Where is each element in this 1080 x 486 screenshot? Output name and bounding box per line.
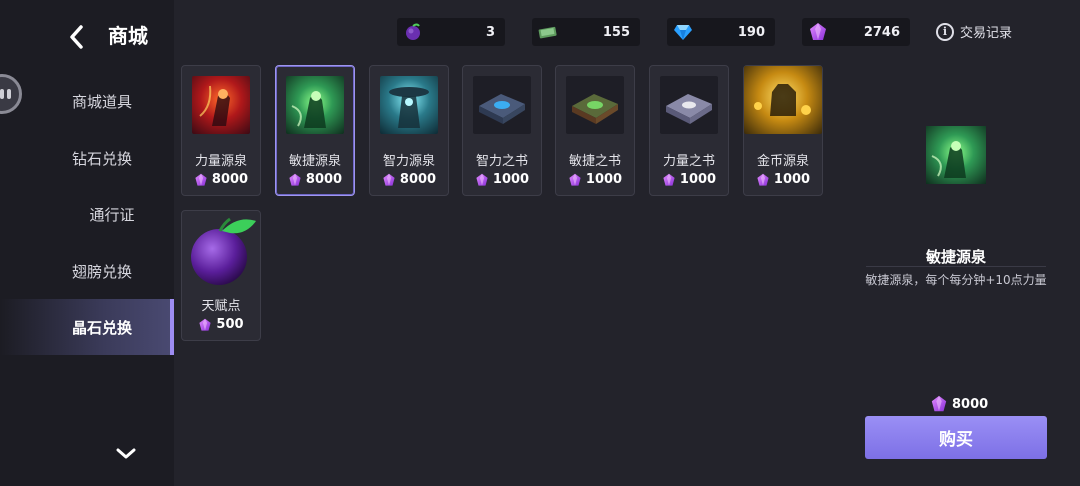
item-price: 8000 [276, 172, 354, 187]
plum-icon [403, 22, 423, 42]
item-price: 8000 [182, 172, 260, 187]
item-name: 金币源泉 [756, 154, 809, 169]
diamond-icon [673, 22, 693, 42]
item-card-gold-spring[interactable]: 金币源泉 1000 [743, 65, 823, 196]
sidebar: 商城 商城道具 钻石兑换 通行证 翅膀兑换 晶石兑换 [0, 0, 174, 486]
item-price: 1000 [650, 172, 728, 187]
price-value: 1000 [585, 172, 623, 187]
agility-book-icon [566, 76, 624, 134]
currency-value: 2746 [863, 24, 900, 40]
item-price: 1000 [744, 172, 822, 187]
item-name: 敏捷源泉 [288, 154, 341, 169]
trade-record-button[interactable]: i 交易记录 [936, 22, 1012, 41]
item-card-agility-book[interactable]: 敏捷之书 1000 [555, 65, 635, 196]
cash-icon [538, 22, 558, 42]
purple-crystal-icon [382, 173, 396, 187]
divider [866, 266, 1046, 267]
strength-spring-icon [192, 76, 250, 134]
item-card-strength-book[interactable]: 力量之书 1000 [649, 65, 729, 196]
buy-button-label: 购买 [939, 430, 973, 450]
sidebar-item-diamond-exchange[interactable]: 钻石兑换 [0, 130, 174, 186]
purple-crystal-icon [568, 173, 582, 187]
sidebar-item-mall-items[interactable]: 商城道具 [0, 73, 174, 129]
currency-plum: 3 [397, 18, 505, 46]
currency-crystal: 2746 [802, 18, 910, 46]
gold-spring-icon [744, 66, 822, 134]
item-card-talent-point[interactable]: 天赋点 500 [181, 210, 261, 341]
currency-value: 155 [602, 24, 630, 40]
item-price: 1000 [463, 172, 541, 187]
trade-record-label: 交易记录 [960, 26, 1013, 41]
price-value: 8000 [211, 172, 249, 187]
price-value: 8000 [305, 172, 343, 187]
item-price: 1000 [556, 172, 634, 187]
strength-book-icon [660, 76, 718, 134]
purple-crystal-icon [808, 22, 828, 42]
page-title: 商城 [108, 24, 148, 48]
currency-cash: 155 [532, 18, 640, 46]
item-name: 智力源泉 [382, 154, 435, 169]
item-card-intellect-book[interactable]: 智力之书 1000 [462, 65, 542, 196]
back-button[interactable] [62, 22, 90, 52]
item-card-intellect-spring[interactable]: 智力源泉 8000 [369, 65, 449, 196]
sidebar-item-label: 翅膀兑换 [71, 262, 132, 281]
item-name: 力量之书 [662, 154, 715, 169]
price-value: 1000 [773, 172, 811, 187]
info-icon: i [936, 22, 954, 41]
detail-item-name: 敏捷源泉 [925, 248, 986, 266]
item-card-strength-spring[interactable]: 力量源泉 8000 [181, 65, 261, 196]
sidebar-item-label: 商城道具 [71, 92, 132, 111]
scroll-down-button[interactable] [114, 444, 138, 464]
currency-value: 190 [737, 24, 765, 40]
price-value: 8000 [399, 172, 437, 187]
currency-diamond: 190 [667, 18, 775, 46]
intellect-book-icon [473, 76, 531, 134]
detail-description: 敏捷源泉，每个每分钟+10点力量 [865, 273, 1047, 287]
purple-crystal-icon [288, 173, 302, 187]
purple-crystal-icon [194, 173, 208, 187]
buy-price: 8000 [930, 395, 988, 413]
sidebar-item-label: 通行证 [89, 205, 135, 224]
price-value: 1000 [492, 172, 530, 187]
item-price: 500 [182, 317, 260, 332]
buy-button[interactable]: 购买 [865, 416, 1047, 459]
item-price: 8000 [370, 172, 448, 187]
purple-crystal-icon [475, 173, 489, 187]
sidebar-item-crystal-exchange[interactable]: 晶石兑换 [0, 299, 174, 355]
sidebar-item-pass[interactable]: 通行证 [0, 186, 174, 242]
item-name: 敏捷之书 [568, 154, 621, 169]
sidebar-item-wing-exchange[interactable]: 翅膀兑换 [0, 243, 174, 299]
item-card-agility-spring[interactable]: 敏捷源泉 8000 [275, 65, 355, 196]
price-value: 500 [216, 317, 244, 332]
item-name: 力量源泉 [194, 154, 247, 169]
purple-crystal-icon [756, 173, 770, 187]
agility-spring-icon [286, 76, 344, 134]
sidebar-item-label: 晶石兑换 [71, 318, 132, 337]
buy-price-value: 8000 [952, 396, 989, 412]
chevron-down-icon [116, 448, 136, 459]
price-value: 1000 [679, 172, 717, 187]
purple-crystal-icon [662, 173, 676, 187]
chevron-left-icon [70, 25, 83, 49]
talent-plum-icon [186, 213, 260, 287]
item-name: 智力之书 [475, 154, 528, 169]
item-name: 天赋点 [201, 299, 241, 314]
sidebar-item-label: 钻石兑换 [71, 149, 132, 168]
intellect-spring-icon [380, 76, 438, 134]
purple-crystal-icon [930, 395, 948, 413]
currency-value: 3 [485, 24, 495, 40]
purple-crystal-icon [198, 318, 212, 332]
agility-spring-icon [926, 126, 986, 184]
